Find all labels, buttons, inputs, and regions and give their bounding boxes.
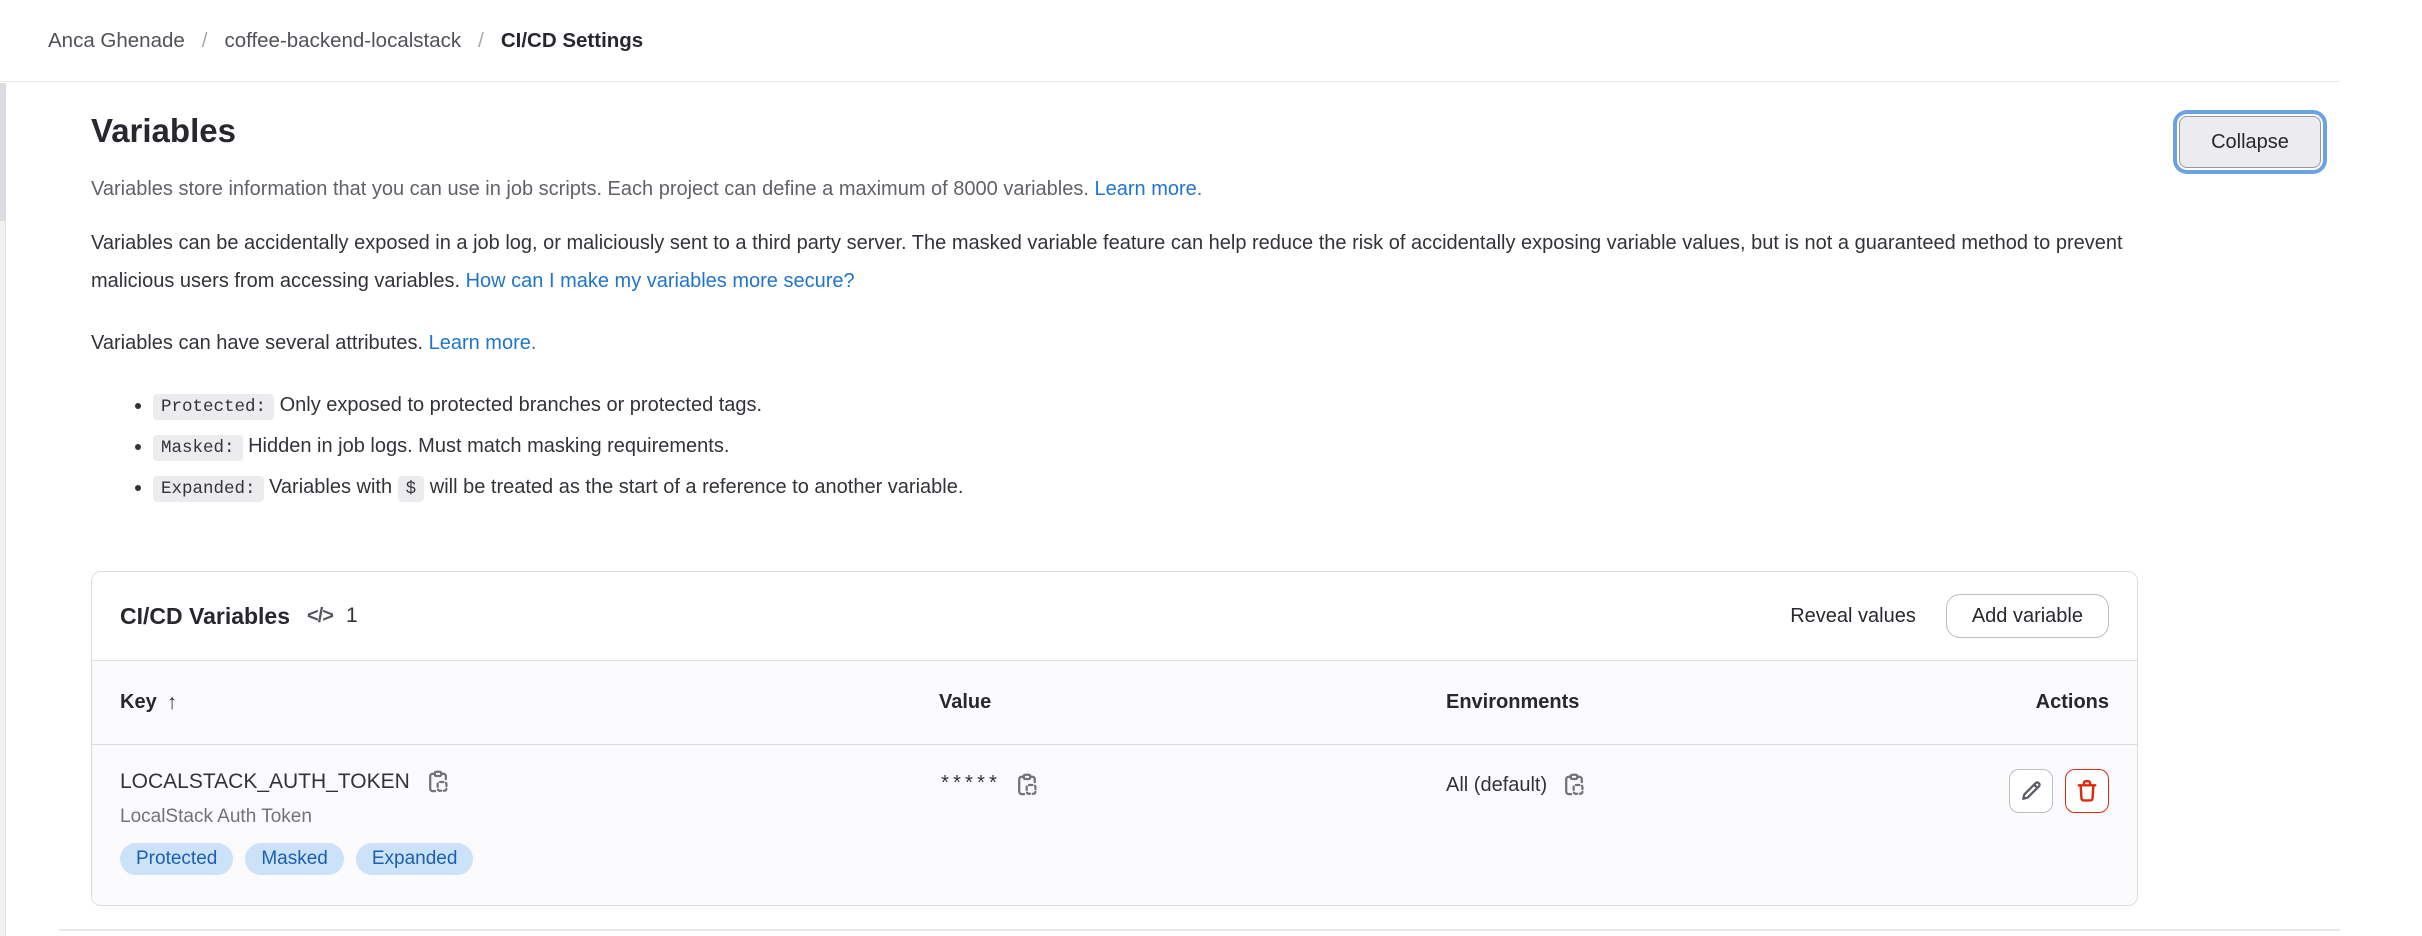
attributes-list: Protected: Only exposed to protected bra… bbox=[91, 386, 2091, 509]
expanded-code: Expanded: bbox=[153, 476, 264, 502]
intro-text: Variables store information that you can… bbox=[91, 178, 1089, 200]
list-item-masked: Masked: Hidden in job logs. Must match m… bbox=[153, 427, 2091, 468]
badges: Protected Masked Expanded bbox=[120, 843, 939, 875]
column-header-value: Value bbox=[939, 691, 1446, 714]
breadcrumb-separator: / bbox=[478, 29, 484, 53]
learn-more-link[interactable]: Learn more. bbox=[1094, 178, 1202, 200]
badge-expanded: Expanded bbox=[356, 843, 474, 875]
environments-cell: All (default) bbox=[1446, 769, 2009, 798]
card-title-text: CI/CD Variables bbox=[120, 603, 290, 630]
breadcrumb-bar: Anca Ghenade / coffee-backend-localstack… bbox=[0, 0, 2340, 82]
reveal-values-button[interactable]: Reveal values bbox=[1790, 605, 1916, 628]
actions-cell bbox=[2009, 769, 2109, 813]
column-header-key[interactable]: Key ↑ bbox=[120, 691, 939, 715]
masked-text: Hidden in job logs. Must match masking r… bbox=[248, 435, 729, 457]
table-row: LOCALSTACK_AUTH_TOKEN bbox=[92, 744, 2137, 905]
key-header-label: Key bbox=[120, 691, 157, 714]
list-item-protected: Protected: Only exposed to protected bra… bbox=[153, 386, 2091, 427]
card-actions: Reveal values Add variable bbox=[1790, 594, 2109, 638]
delete-variable-button[interactable] bbox=[2065, 769, 2109, 813]
expanded-text-before: Variables with bbox=[269, 476, 392, 498]
list-item-expanded: Expanded: Variables with $ will be treat… bbox=[153, 468, 2091, 509]
variables-secure-link[interactable]: How can I make my variables more secure? bbox=[466, 270, 855, 292]
warning-paragraph: Variables can be accidentally exposed in… bbox=[91, 224, 2151, 300]
variables-section: Variables Variables store information th… bbox=[91, 82, 2341, 906]
table-header-row: Key ↑ Value Environments Actions bbox=[92, 660, 2137, 744]
attributes-paragraph: Variables can have several attributes. L… bbox=[91, 324, 2151, 362]
masked-code: Masked: bbox=[153, 435, 243, 461]
copy-icon bbox=[425, 769, 451, 795]
card-header: CI/CD Variables </> 1 Reveal values Add … bbox=[92, 572, 2137, 660]
variable-key: LOCALSTACK_AUTH_TOKEN bbox=[120, 770, 410, 794]
breadcrumb-separator: / bbox=[202, 29, 208, 53]
warning-text: Variables can be accidentally exposed in… bbox=[91, 232, 2123, 292]
sort-ascending-icon: ↑ bbox=[167, 691, 178, 715]
copy-icon bbox=[1014, 772, 1040, 798]
environment-scope: All (default) bbox=[1446, 774, 1547, 797]
variables-count: 1 bbox=[346, 604, 358, 628]
masked-value: ***** bbox=[939, 774, 999, 797]
card-title: CI/CD Variables </> 1 bbox=[120, 603, 358, 630]
breadcrumb-group[interactable]: Anca Ghenade bbox=[48, 29, 185, 53]
dollar-code: $ bbox=[398, 476, 425, 502]
pencil-icon bbox=[2018, 778, 2044, 804]
badge-protected: Protected bbox=[120, 843, 233, 875]
attributes-learn-more-link[interactable]: Learn more. bbox=[429, 332, 537, 354]
copy-environment-button[interactable] bbox=[1561, 772, 1587, 798]
expanded-text-after: will be treated as the start of a refere… bbox=[430, 476, 964, 498]
variable-description: LocalStack Auth Token bbox=[120, 805, 939, 829]
page-title: Variables bbox=[91, 112, 2341, 150]
breadcrumb-project[interactable]: coffee-backend-localstack bbox=[224, 29, 461, 53]
attributes-text: Variables can have several attributes. bbox=[91, 332, 423, 354]
column-header-environments: Environments bbox=[1446, 691, 2036, 714]
copy-key-button[interactable] bbox=[425, 769, 451, 795]
code-icon: </> bbox=[307, 605, 333, 628]
edit-variable-button[interactable] bbox=[2009, 769, 2053, 813]
breadcrumb-current-page: CI/CD Settings bbox=[501, 29, 643, 53]
copy-value-button[interactable] bbox=[1014, 772, 1040, 798]
add-variable-button[interactable]: Add variable bbox=[1946, 594, 2109, 638]
section-divider bbox=[59, 929, 2340, 931]
copy-icon bbox=[1561, 772, 1587, 798]
column-header-actions: Actions bbox=[2036, 691, 2109, 714]
cicd-variables-card: CI/CD Variables </> 1 Reveal values Add … bbox=[91, 571, 2138, 906]
protected-code: Protected: bbox=[153, 394, 274, 420]
sidebar-edge-thumb bbox=[0, 83, 6, 221]
value-cell: ***** bbox=[939, 769, 1446, 798]
page: Anca Ghenade / coffee-backend-localstack… bbox=[0, 0, 2422, 936]
trash-icon bbox=[2074, 778, 2100, 804]
intro-paragraph: Variables store information that you can… bbox=[91, 170, 2151, 208]
breadcrumb: Anca Ghenade / coffee-backend-localstack… bbox=[48, 29, 643, 53]
badge-masked: Masked bbox=[245, 843, 344, 875]
protected-text: Only exposed to protected branches or pr… bbox=[280, 394, 763, 416]
key-cell: LOCALSTACK_AUTH_TOKEN bbox=[120, 769, 939, 875]
